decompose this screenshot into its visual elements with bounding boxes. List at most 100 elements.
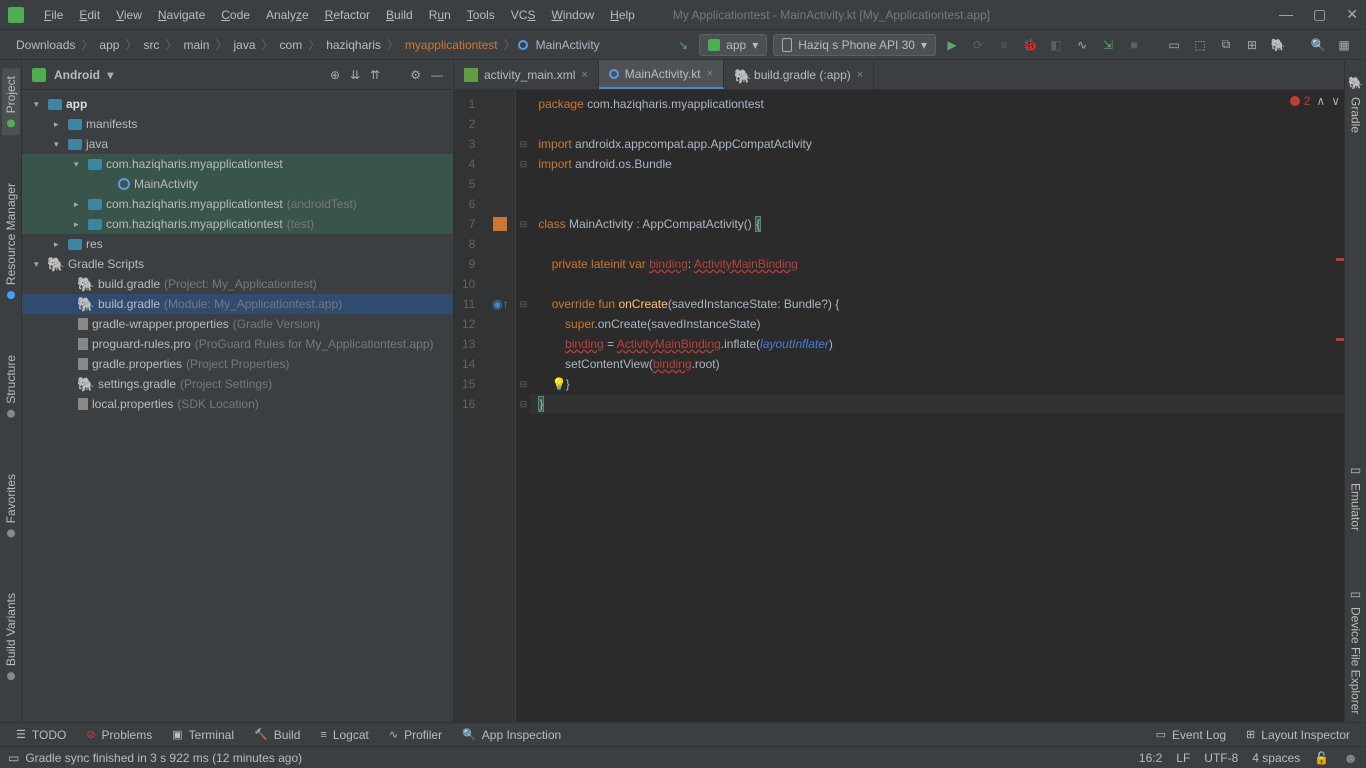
tree-node-gradle-scripts[interactable]: ▾🐘Gradle Scripts [22, 254, 453, 274]
tree-node-proguard[interactable]: proguard-rules.pro(ProGuard Rules for My… [22, 334, 453, 354]
status-message[interactable]: ▭Gradle sync finished in 3 s 922 ms (12 … [8, 751, 1139, 765]
crumb-package[interactable]: myapplicationtest [401, 38, 502, 52]
crumb-java[interactable]: java [229, 38, 259, 52]
menu-vcs[interactable]: VCS [503, 1, 544, 29]
tree-node-manifests[interactable]: ▸manifests [22, 114, 453, 134]
tool-tab-build[interactable]: 🔨Build [246, 724, 308, 746]
project-tree[interactable]: ▾app ▸manifests ▾java ▾com.haziqharis.my… [22, 90, 453, 722]
hide-panel-icon[interactable]: — [431, 68, 443, 82]
tool-tab-layout-inspector[interactable]: ⊞Layout Inspector [1238, 724, 1358, 746]
expand-all-icon[interactable]: ⇊ [350, 68, 360, 82]
settings-icon[interactable]: ⚙ [410, 68, 421, 82]
crumb-app[interactable]: app [95, 38, 123, 52]
menu-window[interactable]: Window [543, 1, 602, 29]
debug-icon[interactable]: 🐞 [1020, 35, 1040, 55]
menu-file[interactable]: File [36, 1, 71, 29]
tree-node-app[interactable]: ▾app [22, 94, 453, 114]
menu-refactor[interactable]: Refactor [317, 1, 378, 29]
tool-tab-favorites[interactable]: Favorites [2, 466, 20, 545]
tree-node-gradle-properties[interactable]: gradle.properties(Project Properties) [22, 354, 453, 374]
tree-node-res[interactable]: ▸res [22, 234, 453, 254]
readonly-toggle-icon[interactable]: 🔓 [1314, 751, 1329, 765]
crumb-src[interactable]: src [139, 38, 163, 52]
tool-tab-event-log[interactable]: ▭Event Log [1148, 724, 1234, 746]
avd-manager-icon[interactable]: ▭ [1164, 35, 1184, 55]
crumb-downloads[interactable]: Downloads [12, 38, 79, 52]
tool-tab-profiler[interactable]: ∿Profiler [381, 724, 450, 746]
collapse-all-icon[interactable]: ⇈ [370, 68, 380, 82]
line-separator[interactable]: LF [1176, 751, 1190, 765]
attach-debugger-icon[interactable]: ⇲ [1098, 35, 1118, 55]
error-marker[interactable] [1336, 258, 1344, 261]
fold-column[interactable]: ⊟⊟⊟⊟⊟⊟ [516, 90, 530, 722]
menu-run[interactable]: Run [421, 1, 459, 29]
caret-position[interactable]: 16:2 [1139, 751, 1162, 765]
tree-node-build-gradle-app[interactable]: 🐘build.gradle(Module: My_Applicationtest… [22, 294, 453, 314]
settings-toolbar-icon[interactable]: ▦ [1334, 35, 1354, 55]
menu-analyze[interactable]: Analyze [258, 1, 317, 29]
class-icon[interactable] [493, 217, 507, 231]
tree-node-settings-gradle[interactable]: 🐘settings.gradle(Project Settings) [22, 374, 453, 394]
device-selector[interactable]: Haziq s Phone API 30 ▾ [773, 34, 936, 56]
ide-feedback-icon[interactable]: ☻ [1343, 750, 1358, 766]
error-stripe[interactable] [1334, 90, 1344, 722]
tool-tab-todo[interactable]: ☰TODO [8, 724, 74, 746]
run-button-icon[interactable]: ▶ [942, 35, 962, 55]
gradle-icon[interactable]: 🐘 [1268, 35, 1288, 55]
override-marker-icon[interactable]: ◉↑ [485, 294, 515, 314]
tool-tab-device-file-explorer[interactable]: ▭Device File Explorer [1347, 579, 1365, 722]
apply-code-changes-icon[interactable]: ≡ [994, 35, 1014, 55]
tool-tab-resource-manager[interactable]: Resource Manager [2, 175, 20, 307]
crumb-com[interactable]: com [276, 38, 307, 52]
inspection-widget[interactable]: 2 ∧ ∨ [1290, 94, 1340, 108]
tool-tab-terminal[interactable]: ▣Terminal [164, 724, 242, 746]
indent-settings[interactable]: 4 spaces [1252, 751, 1300, 765]
tool-tab-logcat[interactable]: ≡Logcat [312, 724, 376, 746]
tool-tab-structure[interactable]: Structure [2, 347, 20, 426]
maximize-icon[interactable]: ▢ [1313, 6, 1326, 23]
close-tab-icon[interactable]: × [581, 69, 587, 81]
close-icon[interactable]: ✕ [1346, 6, 1358, 23]
tool-tab-gradle[interactable]: 🐘Gradle [1347, 68, 1365, 141]
error-marker[interactable] [1336, 338, 1344, 341]
run-config-selector[interactable]: app ▾ [699, 34, 767, 56]
apply-changes-icon[interactable]: ⟳ [968, 35, 988, 55]
tree-node-java[interactable]: ▾java [22, 134, 453, 154]
menu-view[interactable]: View [108, 1, 150, 29]
tool-tab-build-variants[interactable]: Build Variants [2, 585, 20, 688]
minimize-icon[interactable]: — [1279, 6, 1293, 23]
close-tab-icon[interactable]: × [707, 68, 713, 80]
editor-tab-build-gradle[interactable]: 🐘build.gradle (:app)× [724, 60, 874, 89]
sync-gradle-icon[interactable]: ↘ [673, 35, 693, 55]
tree-node-package-main[interactable]: ▾com.haziqharis.myapplicationtest [22, 154, 453, 174]
crumb-main[interactable]: main [179, 38, 213, 52]
crumb-mainactivity[interactable]: MainActivity [532, 38, 604, 52]
menu-help[interactable]: Help [602, 1, 643, 29]
sdk-manager-icon[interactable]: ⬚ [1190, 35, 1210, 55]
close-tab-icon[interactable]: × [857, 69, 863, 81]
crumb-haziqharis[interactable]: haziqharis [322, 38, 385, 52]
menu-tools[interactable]: Tools [459, 1, 503, 29]
coverage-icon[interactable]: ◧ [1046, 35, 1066, 55]
profiler-icon[interactable]: ∿ [1072, 35, 1092, 55]
editor-tab-activity-main[interactable]: activity_main.xml× [454, 60, 599, 89]
menu-code[interactable]: Code [213, 1, 258, 29]
project-view-selector[interactable]: Android ▾ [54, 68, 330, 82]
resource-manager-icon[interactable]: ⧉ [1216, 35, 1236, 55]
tool-tab-app-inspection[interactable]: 🔍App Inspection [454, 724, 569, 746]
select-opened-file-icon[interactable]: ⊕ [330, 68, 340, 82]
menu-navigate[interactable]: Navigate [150, 1, 213, 29]
tool-tab-emulator[interactable]: ▭Emulator [1347, 455, 1365, 539]
editor-tab-mainactivity[interactable]: MainActivity.kt× [599, 60, 724, 89]
stop-icon[interactable]: ■ [1124, 35, 1144, 55]
tool-tab-problems[interactable]: ⊘Problems [78, 724, 160, 746]
menu-edit[interactable]: Edit [71, 1, 108, 29]
prev-highlighted-icon[interactable]: ∧ [1316, 94, 1325, 108]
tree-node-local-properties[interactable]: local.properties(SDK Location) [22, 394, 453, 414]
tree-node-package-test[interactable]: ▸com.haziqharis.myapplicationtest(test) [22, 214, 453, 234]
code-content[interactable]: package com.haziqharis.myapplicationtest… [530, 90, 1344, 722]
tree-node-package-androidtest[interactable]: ▸com.haziqharis.myapplicationtest(androi… [22, 194, 453, 214]
tree-node-mainactivity[interactable]: MainActivity [22, 174, 453, 194]
layout-inspector-icon[interactable]: ⊞ [1242, 35, 1262, 55]
menu-build[interactable]: Build [378, 1, 421, 29]
